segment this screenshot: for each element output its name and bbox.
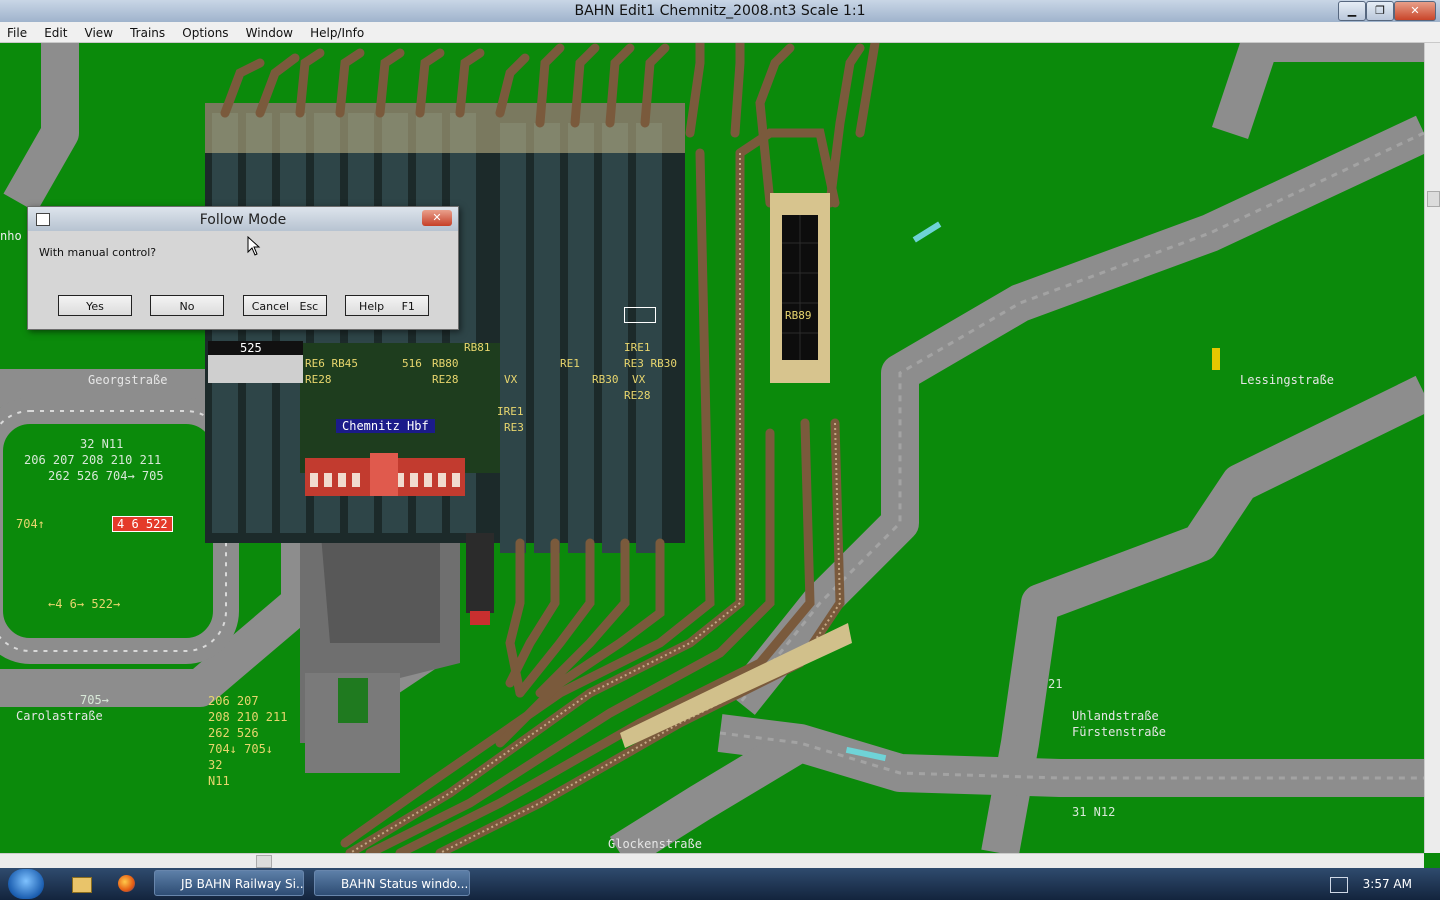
window-titlebar[interactable]: BAHN Edit1 Chemnitz_2008.nt3 Scale 1:1 ▁… — [0, 0, 1440, 23]
line-label-ire1-b: IRE1 — [624, 341, 651, 354]
line-label-re1: RE1 — [560, 357, 580, 370]
start-button[interactable] — [8, 869, 44, 899]
railway-map[interactable]: Georgstraße Lessingstraße Carolastraße U… — [0, 43, 1424, 853]
maximize-button[interactable]: ❐ — [1366, 1, 1394, 21]
bus-stop-lines-uhland-1: 21 — [1048, 677, 1063, 691]
close-button[interactable]: ✕ — [1394, 1, 1436, 21]
menu-view[interactable]: View — [78, 23, 118, 40]
road-lessing — [725, 115, 1424, 715]
street-label-carolastrasse: Carolastraße — [16, 709, 103, 723]
bus-stop-lines-2: 206 207 208 210 211 — [24, 453, 162, 467]
bus-stop-lines-3: 262 526 704→ 705 — [48, 469, 164, 483]
menu-edit[interactable]: Edit — [37, 23, 72, 40]
horizontal-scrollbar[interactable] — [0, 853, 1424, 868]
platform-label-525: 525 — [240, 341, 262, 355]
dialog-close-button[interactable]: ✕ — [422, 210, 452, 226]
no-button[interactable]: No — [150, 295, 224, 316]
bus-stop-lines-5: ←4 6→ 522→ — [48, 597, 121, 611]
taskbar-item-chrome[interactable]: JB BAHN Railway Si... — [154, 870, 304, 896]
firefox-icon[interactable] — [118, 875, 135, 892]
vertical-scroll-thumb[interactable] — [1427, 191, 1440, 207]
menu-options[interactable]: Options — [175, 23, 233, 40]
selection-box[interactable] — [624, 307, 656, 323]
line-label-re28-b: RE28 — [432, 373, 459, 386]
line-label-re6-rb45: RE6 RB45 — [305, 357, 358, 370]
bus-stop-lines-1: 32 N11 — [80, 437, 124, 451]
taskbar-clock[interactable]: 3:57 AM — [1363, 877, 1412, 891]
network-icon[interactable] — [1330, 877, 1348, 893]
road-north — [1211, 43, 1424, 140]
line-label-vx-a: VX — [504, 373, 518, 386]
yes-button[interactable]: Yes — [58, 295, 132, 316]
street-label-lessingstrasse: Lessingstraße — [1240, 373, 1334, 387]
menu-file[interactable]: File — [0, 23, 32, 40]
platform-label-516: 516 — [402, 357, 422, 370]
vertical-scrollbar[interactable] — [1424, 43, 1440, 853]
horizontal-scroll-thumb[interactable] — [256, 855, 272, 868]
minimize-button[interactable]: ▁ — [1338, 1, 1366, 21]
line-label-re28-a: RE28 — [305, 373, 332, 386]
street-label-uhlandstrasse: Uhlandstraße — [1072, 709, 1159, 723]
menu-trains[interactable]: Trains — [123, 23, 170, 40]
street-label-glockenstrasse: Glockenstraße — [608, 837, 702, 851]
explorer-icon[interactable] — [72, 877, 92, 893]
taskbar-item-bahn-status[interactable]: BAHN Status windo... — [314, 870, 470, 896]
bus-stop-lines-bottom: 206 207 208 210 211 262 526 704↓ 705↓ 32… — [208, 694, 288, 788]
menu-window[interactable]: Window — [239, 23, 298, 40]
line-label-re28-c: RE28 — [624, 389, 651, 402]
bus-stop-lines-4: 704↑ — [16, 517, 45, 531]
street-label-cut-left: nho — [0, 229, 22, 243]
street-label-fuerstenstrasse: Fürstenstraße — [1072, 725, 1166, 739]
line-label-vx-b: VX — [632, 373, 646, 386]
station-name-label[interactable]: Chemnitz Hbf — [336, 419, 435, 433]
menu-bar: File Edit View Trains Options Window Hel… — [0, 22, 1440, 43]
dialog-titlebar[interactable]: Follow Mode ✕ — [28, 207, 458, 231]
bus-stop-lines-6: 705→ — [80, 693, 109, 707]
line-label-re3-rb30: RE3 RB30 — [624, 357, 677, 370]
help-button[interactable]: Help F1 — [345, 295, 429, 316]
road-glocken — [717, 714, 1424, 797]
menu-help-info[interactable]: Help/Info — [303, 23, 369, 40]
line-label-rb80: RB80 — [432, 357, 459, 370]
line-label-ire1-a: IRE1 — [497, 405, 524, 418]
cancel-button[interactable]: Cancel Esc — [243, 295, 327, 316]
bus-stop-alert-badge: 4 6 522 — [112, 516, 173, 532]
dialog-message: With manual control? — [39, 246, 157, 259]
street-label-georgstrasse: Georgstraße — [88, 373, 168, 387]
taskbar: JB BAHN Railway Si... BAHN Status windo.… — [0, 868, 1440, 900]
follow-mode-dialog: Follow Mode ✕ With manual control? Yes N… — [27, 206, 459, 330]
road-left-top — [3, 43, 79, 213]
dialog-title: Follow Mode — [199, 212, 287, 228]
mouse-cursor-icon — [247, 236, 261, 256]
window-title: BAHN Edit1 Chemnitz_2008.nt3 Scale 1:1 — [574, 3, 866, 19]
line-label-rb30-a: RB30 — [592, 373, 619, 386]
line-label-re3-a: RE3 — [504, 421, 524, 434]
line-label-rb89: RB89 — [785, 309, 812, 322]
bus-stop-lines-uhland-2: 31 N12 — [1072, 805, 1116, 819]
line-label-rb81: RB81 — [464, 341, 491, 354]
